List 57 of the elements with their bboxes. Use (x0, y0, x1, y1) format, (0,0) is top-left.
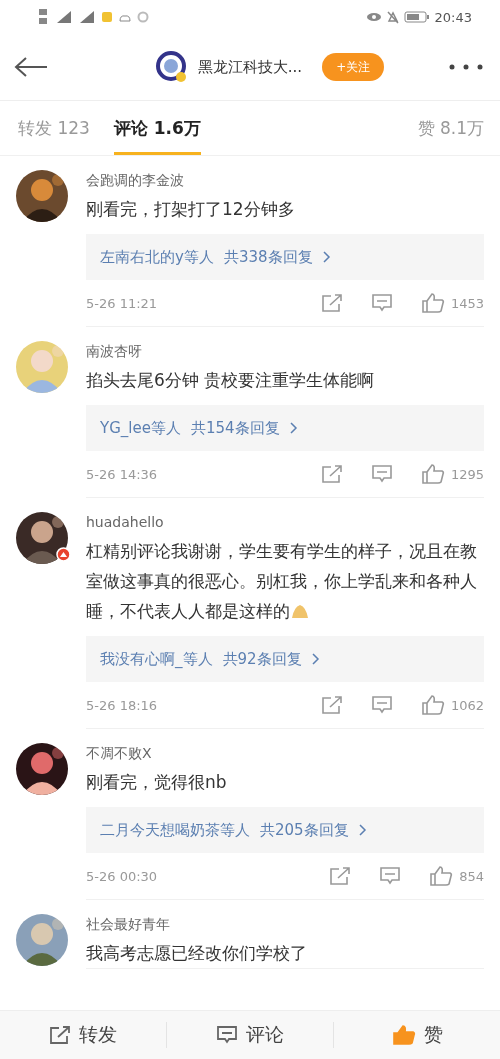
username[interactable]: huadahello (86, 512, 484, 532)
comment-text: 刚看完，打架打了12分钟多 (86, 199, 295, 219)
action-button[interactable]: 转发 (0, 1022, 166, 1048)
sim-icon (38, 8, 50, 26)
signal-icon (55, 11, 73, 23)
share-icon[interactable] (329, 866, 352, 886)
like-icon[interactable] (420, 694, 445, 716)
back-icon[interactable] (14, 56, 48, 78)
cloud-icon (118, 12, 132, 22)
like-count: 1453 (450, 295, 484, 311)
signal-icon (78, 11, 96, 23)
share-icon[interactable] (320, 695, 343, 715)
comment-icon[interactable] (379, 866, 402, 886)
replies-link[interactable]: 我没有心啊_等人 共92条回复 (86, 636, 484, 682)
comment-time: 5-26 14:36 (86, 466, 159, 482)
replies-link[interactable]: YG_lee等人 共154条回复 (86, 405, 484, 451)
loading-icon (137, 11, 149, 23)
comment-icon[interactable] (370, 695, 393, 715)
chevron-icon (358, 824, 367, 836)
clock-time: 20:43 (434, 9, 472, 25)
username[interactable]: 社会最好青年 (86, 914, 484, 934)
comment-icon[interactable] (370, 464, 393, 484)
comment-text: 我高考志愿已经改你们学校了 (86, 943, 307, 963)
battery-icon (403, 11, 430, 23)
like-icon[interactable] (420, 292, 445, 314)
replies-link[interactable]: 左南右北的y等人 共338条回复 (86, 234, 484, 280)
share-icon[interactable] (320, 464, 343, 484)
notification-icon (101, 11, 113, 23)
comment-time: 5-26 18:16 (86, 697, 159, 713)
action-button[interactable]: 评论 (166, 1022, 333, 1048)
eye-icon (365, 12, 382, 22)
comment-time: 5-26 00:30 (86, 868, 159, 884)
comment-text: 杠精别评论我谢谢，学生要有学生的样子，况且在教室做这事真的很恶心。别杠我，你上学乱来和各种人睡，不代表人人都是这样的 (86, 541, 477, 621)
username[interactable]: 南波杏呀 (86, 341, 484, 361)
chevron-icon (322, 251, 331, 263)
like-count: 1295 (450, 466, 484, 482)
share-icon[interactable] (320, 293, 343, 313)
like-icon[interactable] (429, 865, 454, 887)
comment-icon[interactable] (370, 293, 393, 313)
chevron-icon (289, 422, 298, 434)
replies-link[interactable]: 二月今天想喝奶茶等人 共205条回复 (86, 807, 484, 853)
logo-icon (155, 51, 188, 83)
comment-text: 掐头去尾6分钟 贵校要注重学生体能啊 (86, 370, 375, 390)
action-button[interactable]: 赞 (333, 1022, 500, 1048)
like-icon[interactable] (420, 463, 445, 485)
username[interactable]: 不凋不败X (86, 743, 484, 763)
account-name: 黑龙江科技大... (197, 57, 303, 77)
comment-icon (216, 1025, 238, 1045)
tab[interactable]: 评论 1.6万 (113, 101, 201, 155)
comment-time: 5-26 11:21 (86, 295, 159, 311)
chevron-icon (311, 653, 320, 665)
comment-text: 刚看完，觉得很nb (86, 772, 227, 792)
like-count: 854 (459, 868, 484, 884)
like-count: 1062 (450, 697, 484, 713)
username[interactable]: 会跑调的李金波 (86, 170, 484, 190)
share-icon (49, 1025, 71, 1045)
mute-icon (386, 10, 399, 24)
